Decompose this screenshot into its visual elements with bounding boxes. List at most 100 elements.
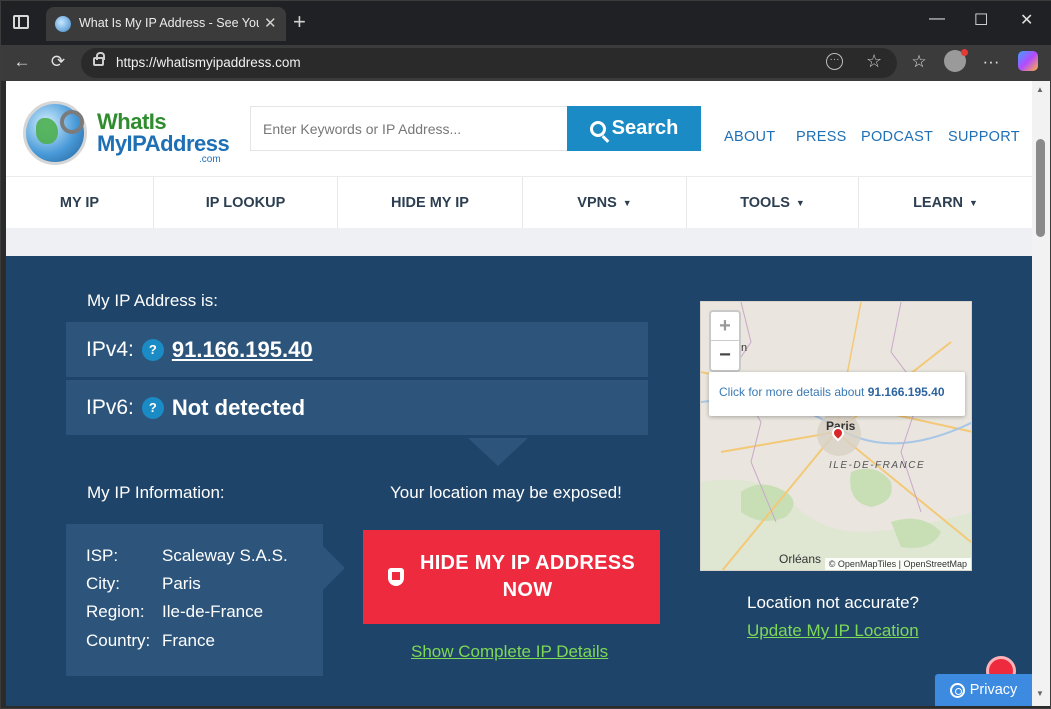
nav-hide-my-ip[interactable]: HIDE MY IP <box>338 177 523 229</box>
tab-close-icon[interactable]: ✕ <box>264 14 277 32</box>
location-question: Location not accurate? <box>747 593 920 612</box>
info-value: France <box>162 631 215 650</box>
map-popup-ip[interactable]: 91.166.195.40 <box>868 385 945 399</box>
profile-avatar[interactable] <box>944 49 968 72</box>
nav-label: IP LOOKUP <box>205 195 286 211</box>
logo-text-line3: .com <box>199 154 221 165</box>
search-input[interactable] <box>250 106 568 151</box>
info-row-country: Country: France <box>86 631 215 651</box>
ip-info-panel: My IP Address is: IPv4: ? 91.166.195.40 … <box>6 256 1032 706</box>
location-map[interactable]: + − n Click for more details about 91.16… <box>700 301 972 571</box>
ipv6-value: Not detected <box>171 394 306 420</box>
map-popup-text: Click for more details about <box>719 385 865 399</box>
press-link[interactable]: PRESS <box>796 129 847 145</box>
shield-icon <box>387 568 404 586</box>
update-location-link[interactable]: Update My IP Location <box>747 621 919 641</box>
hide-button-line1: HIDE MY IP ADDRESS <box>419 552 636 574</box>
privacy-button[interactable]: Privacy <box>935 674 1032 706</box>
site-logo[interactable]: WhatIs MyIPAddress .com <box>23 99 233 169</box>
reload-icon[interactable]: ⟳ <box>46 51 70 73</box>
hide-button-line2: NOW <box>502 579 553 601</box>
main-nav: MY IP IP LOOKUP HIDE MY IP VPNS ▼ TOOLS ▼ … <box>6 176 1032 229</box>
nav-label: HIDE MY IP <box>391 195 469 211</box>
browser-window: What Is My IP Address - See Your ✕ + — ☐… <box>0 0 1051 709</box>
add-favorite-icon[interactable]: ☆ <box>866 51 882 72</box>
favorites-icon[interactable]: ☆ <box>907 51 931 73</box>
caret-down-icon: ▼ <box>795 198 805 208</box>
caret-down-icon: ▼ <box>969 198 978 208</box>
page-viewport: WhatIs MyIPAddress .com Search ABOUT PRE… <box>6 81 1032 706</box>
search-button-label: Search <box>611 117 679 139</box>
nav-label: TOOLS <box>740 195 790 211</box>
new-tab-button[interactable]: + <box>293 9 306 35</box>
browser-toolbar: ← ⟳ https://whatismyipaddress.com ··· ☆ … <box>1 45 1051 81</box>
tab-strip: What Is My IP Address - See Your ✕ + — ☐… <box>1 1 1051 45</box>
nav-label: LEARN <box>913 195 964 211</box>
ipv4-label: IPv4: <box>86 337 134 361</box>
info-key: Region: <box>86 602 145 621</box>
map-zoom-controls: + − <box>709 310 741 372</box>
search-icon <box>589 120 606 137</box>
scroll-thumb[interactable] <box>1036 139 1045 237</box>
about-link[interactable]: ABOUT <box>724 129 775 145</box>
nav-learn[interactable]: LEARN ▼ <box>859 177 1032 229</box>
ipv4-value-link[interactable]: 91.166.195.40 <box>172 337 313 363</box>
map-region-label: ILE-DE-FRANCE <box>829 460 926 471</box>
hide-my-ip-button[interactable]: HIDE MY IP ADDRESS NOW <box>363 530 660 624</box>
header-spacer <box>6 228 1032 256</box>
map-attribution[interactable]: © OpenMapTiles | OpenStreetMap <box>824 558 971 570</box>
nav-my-ip[interactable]: MY IP <box>6 177 154 229</box>
scroll-down-icon[interactable]: ▼ <box>1036 689 1044 698</box>
nav-ip-lookup[interactable]: IP LOOKUP <box>154 177 338 229</box>
map-popup[interactable]: Click for more details about 91.166.195.… <box>709 372 965 416</box>
info-row-city: City: Paris <box>86 574 201 594</box>
ipv4-row: IPv4: ? 91.166.195.40 <box>66 322 648 377</box>
nav-label: VPNS <box>577 195 617 211</box>
ip-info-box: ISP: Scaleway S.A.S. City: Paris Region: Il… <box>66 524 345 676</box>
info-value: Ile-de-France <box>162 602 264 621</box>
support-link[interactable]: SUPPORT <box>948 129 1020 145</box>
ip-info-heading: My IP Information: <box>87 483 225 502</box>
gear-icon <box>949 682 965 698</box>
show-ip-details-link[interactable]: Show Complete IP Details <box>411 642 608 662</box>
ipv6-label: IPv6: <box>86 395 134 419</box>
zoom-in-button[interactable]: + <box>711 312 739 341</box>
help-icon[interactable]: ? <box>141 338 164 361</box>
nav-tools[interactable]: TOOLS ▼ <box>687 177 859 229</box>
info-value: Scaleway S.A.S. <box>162 546 288 565</box>
info-row-isp: ISP: Scaleway S.A.S. <box>86 546 288 566</box>
minimize-button[interactable]: — <box>929 10 945 28</box>
nav-vpns[interactable]: VPNS ▼ <box>523 177 687 229</box>
info-row-region: Region: Ile-de-France <box>86 602 263 622</box>
map-partial-label: n <box>741 342 748 354</box>
callout-pointer <box>468 438 528 466</box>
tab-title: What Is My IP Address - See Your <box>79 16 259 30</box>
map-town-label: Orléans <box>779 552 822 566</box>
podcast-link[interactable]: PODCAST <box>861 129 933 145</box>
address-bar[interactable]: https://whatismyipaddress.com ··· ☆ <box>81 48 897 78</box>
info-key: Country: <box>86 631 151 650</box>
site-favicon-icon <box>55 16 71 32</box>
close-window-button[interactable]: ✕ <box>1020 10 1033 30</box>
globe-logo-icon <box>23 101 87 165</box>
scroll-up-icon[interactable]: ▲ <box>1036 85 1044 94</box>
back-icon[interactable]: ← <box>10 51 34 73</box>
privacy-label: Privacy <box>969 682 1018 698</box>
zoom-out-button[interactable]: − <box>711 341 739 370</box>
info-value: Paris <box>162 574 201 593</box>
page-scrollbar[interactable]: ▲ ▼ <box>1032 81 1050 706</box>
exposed-warning: Your location may be exposed! <box>390 483 622 502</box>
sidebar-toggle-icon[interactable] <box>13 15 29 29</box>
url-text[interactable]: https://whatismyipaddress.com <box>116 55 301 70</box>
caret-down-icon: ▼ <box>622 198 632 208</box>
maximize-button[interactable]: ☐ <box>974 10 988 30</box>
my-ip-heading: My IP Address is: <box>87 291 219 310</box>
ipv6-row: IPv6: ? Not detected <box>66 380 648 435</box>
help-icon[interactable]: ? <box>141 396 164 419</box>
reading-mode-icon[interactable]: ··· <box>826 53 843 70</box>
more-menu-icon[interactable]: ··· <box>979 51 1003 73</box>
browser-tab[interactable]: What Is My IP Address - See Your ✕ <box>46 7 286 41</box>
copilot-icon[interactable] <box>1018 51 1038 71</box>
lock-icon <box>93 52 105 66</box>
search-button[interactable]: Search <box>567 106 701 151</box>
